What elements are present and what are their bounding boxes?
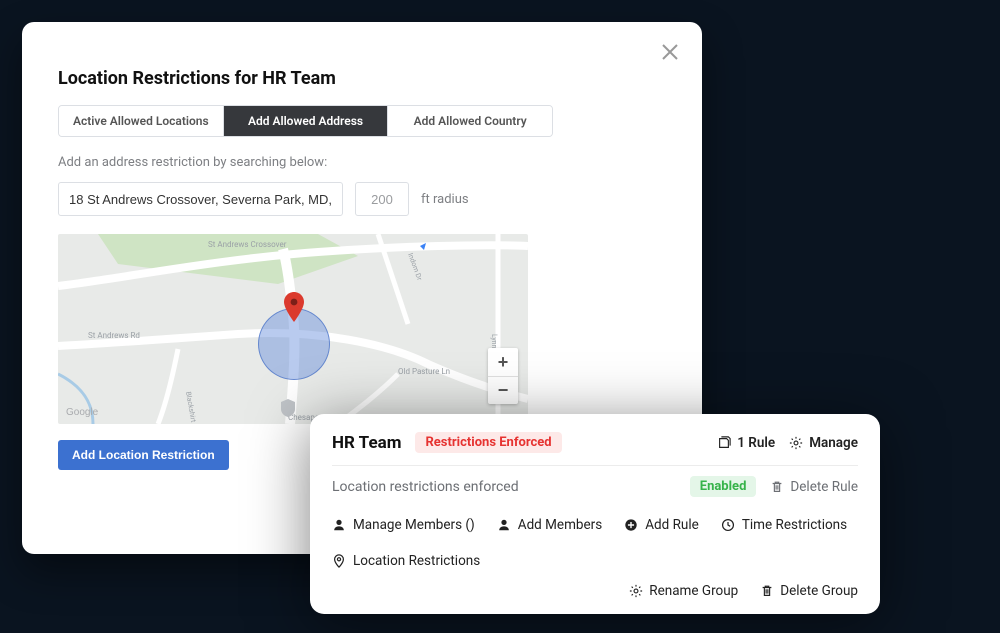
close-icon[interactable] (656, 38, 684, 66)
status-badge: Restrictions Enforced (415, 432, 561, 453)
add-location-restriction-button[interactable]: Add Location Restriction (58, 440, 229, 470)
map-pin-icon (284, 292, 304, 326)
zoom-out-button[interactable]: − (488, 376, 518, 404)
add-members-label: Add Members (518, 517, 602, 533)
location-restrictions-label: Location Restrictions (353, 553, 480, 569)
rule-stack-icon (717, 436, 731, 450)
clock-icon (721, 518, 735, 532)
manage-button[interactable]: Manage (789, 435, 858, 451)
delete-group-label: Delete Group (780, 583, 858, 599)
group-title: HR Team (332, 433, 401, 453)
svg-text:Old Pasture Ln: Old Pasture Ln (398, 367, 450, 376)
group-card: HR Team Restrictions Enforced 1 Rule Man… (310, 414, 880, 614)
add-rule-label: Add Rule (645, 517, 699, 533)
location-restrictions-button[interactable]: Location Restrictions (332, 553, 480, 569)
radius-unit-label: ft radius (421, 192, 469, 207)
add-rule-button[interactable]: Add Rule (624, 517, 699, 533)
manage-members-button[interactable]: Manage Members () (332, 517, 475, 533)
tab-add-address[interactable]: Add Allowed Address (223, 106, 388, 136)
rename-group-button[interactable]: Rename Group (629, 583, 738, 599)
rule-count: 1 Rule (717, 435, 775, 451)
address-row: ft radius (58, 182, 666, 216)
tab-bar: Active Allowed Locations Add Allowed Add… (58, 105, 553, 137)
gear-icon (629, 584, 643, 598)
rule-row: Location restrictions enforced Enabled D… (332, 476, 858, 497)
modal-title: Location Restrictions for HR Team (58, 68, 666, 89)
address-input[interactable] (58, 182, 343, 216)
time-restrictions-button[interactable]: Time Restrictions (721, 517, 847, 533)
group-footer: Rename Group Delete Group (332, 583, 858, 599)
helper-text: Add an address restriction by searching … (58, 155, 666, 170)
time-restrictions-label: Time Restrictions (742, 517, 847, 533)
rename-group-label: Rename Group (649, 583, 738, 599)
pin-icon (332, 554, 346, 568)
add-members-button[interactable]: Add Members (497, 517, 602, 533)
trash-icon (760, 584, 774, 598)
trash-icon (770, 480, 784, 494)
plus-circle-icon (624, 518, 638, 532)
group-actions: Manage Members () Add Members Add Rule T… (332, 517, 858, 569)
rule-count-label: 1 Rule (737, 435, 775, 451)
map-attribution: Google (66, 407, 98, 418)
delete-rule-label: Delete Rule (790, 479, 858, 495)
user-icon (332, 518, 346, 532)
rule-name: Location restrictions enforced (332, 479, 519, 495)
user-icon (497, 518, 511, 532)
enabled-badge: Enabled (690, 476, 757, 497)
delete-rule-button[interactable]: Delete Rule (770, 479, 858, 495)
map-preview[interactable]: St Andrews Crossover St Andrews Rd Black… (58, 234, 528, 424)
gear-icon (789, 436, 803, 450)
map-zoom-controls: + − (488, 348, 518, 404)
group-header-row: HR Team Restrictions Enforced 1 Rule Man… (332, 432, 858, 453)
manage-members-label: Manage Members () (353, 517, 475, 533)
divider (332, 465, 858, 466)
tab-add-country[interactable]: Add Allowed Country (387, 106, 552, 136)
radius-input[interactable] (355, 182, 409, 216)
svg-text:St Andrews Crossover: St Andrews Crossover (208, 240, 287, 249)
delete-group-button[interactable]: Delete Group (760, 583, 858, 599)
tab-active-locations[interactable]: Active Allowed Locations (59, 106, 223, 136)
zoom-in-button[interactable]: + (488, 348, 518, 376)
svg-text:St Andrews Rd: St Andrews Rd (88, 331, 140, 340)
manage-label: Manage (809, 435, 858, 451)
